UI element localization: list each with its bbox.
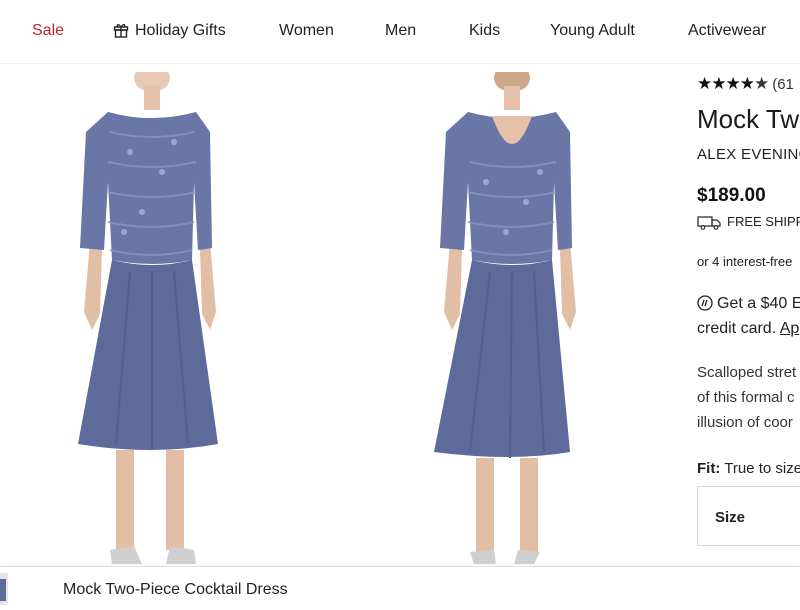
product-title: Mock Two	[697, 104, 800, 134]
product-description: Scalloped stret of this formal c illusio…	[697, 360, 796, 435]
installments-text: or 4 interest-free	[697, 254, 793, 269]
promo-line-2: credit card. Ap	[697, 320, 799, 338]
description-line: of this formal c	[697, 389, 795, 406]
brand-link[interactable]: ALEX EVENING	[697, 146, 800, 163]
promo-text: Get a $40 E	[717, 295, 800, 312]
promo-line: Get a $40 E	[697, 295, 800, 313]
nav-item-activewear[interactable]: Activewear	[688, 22, 766, 40]
sticky-product-title: Mock Two-Piece Cocktail Dress	[63, 581, 288, 598]
nordstrom-card-icon	[697, 295, 713, 311]
nav-item-holiday-gifts-label: Holiday Gifts	[135, 22, 226, 39]
nav-item-kids[interactable]: Kids	[469, 22, 500, 40]
description-line: illusion of coor	[697, 414, 793, 431]
product-details: ★★★★★(61 Mock Two ALEX EVENING $189.00 F…	[697, 64, 800, 566]
product-image-back[interactable]	[430, 72, 590, 566]
nav-item-women[interactable]: Women	[279, 22, 334, 40]
nav-item-sale[interactable]: Sale	[32, 22, 64, 40]
shipping-text: FREE SHIPPI	[727, 214, 800, 229]
gift-icon	[113, 24, 129, 38]
fit-label: Fit:	[697, 460, 721, 477]
product-gallery	[0, 64, 690, 566]
size-label: Size	[715, 509, 746, 526]
size-selector[interactable]: Size	[697, 486, 800, 546]
sticky-product-bar: Mock Two-Piece Cocktail Dress	[0, 566, 800, 610]
fit-value: True to size	[724, 460, 800, 477]
review-count: (61	[772, 76, 794, 93]
star-icon: ★★★★	[697, 74, 755, 93]
truck-icon	[697, 216, 721, 230]
description-line: Scalloped stret	[697, 364, 797, 381]
product-image-front[interactable]	[70, 72, 230, 566]
fit-info: Fit: True to size	[697, 460, 800, 477]
nav-item-holiday-gifts[interactable]: Holiday Gifts	[113, 22, 226, 40]
apply-link[interactable]: Ap	[780, 320, 800, 337]
star-half-icon: ★	[753, 74, 769, 93]
shipping-info: FREE SHIPPI	[697, 214, 800, 230]
product-thumbnail[interactable]	[0, 573, 8, 605]
nav-item-young-adult[interactable]: Young Adult	[550, 22, 635, 40]
nav-item-men[interactable]: Men	[385, 22, 416, 40]
price: $189.00	[697, 185, 766, 206]
rating-row[interactable]: ★★★★★ (61	[697, 74, 794, 94]
promo-text-2: credit card.	[697, 320, 777, 337]
top-nav: Sale Holiday Gifts Women Men Kids Young …	[0, 0, 800, 64]
